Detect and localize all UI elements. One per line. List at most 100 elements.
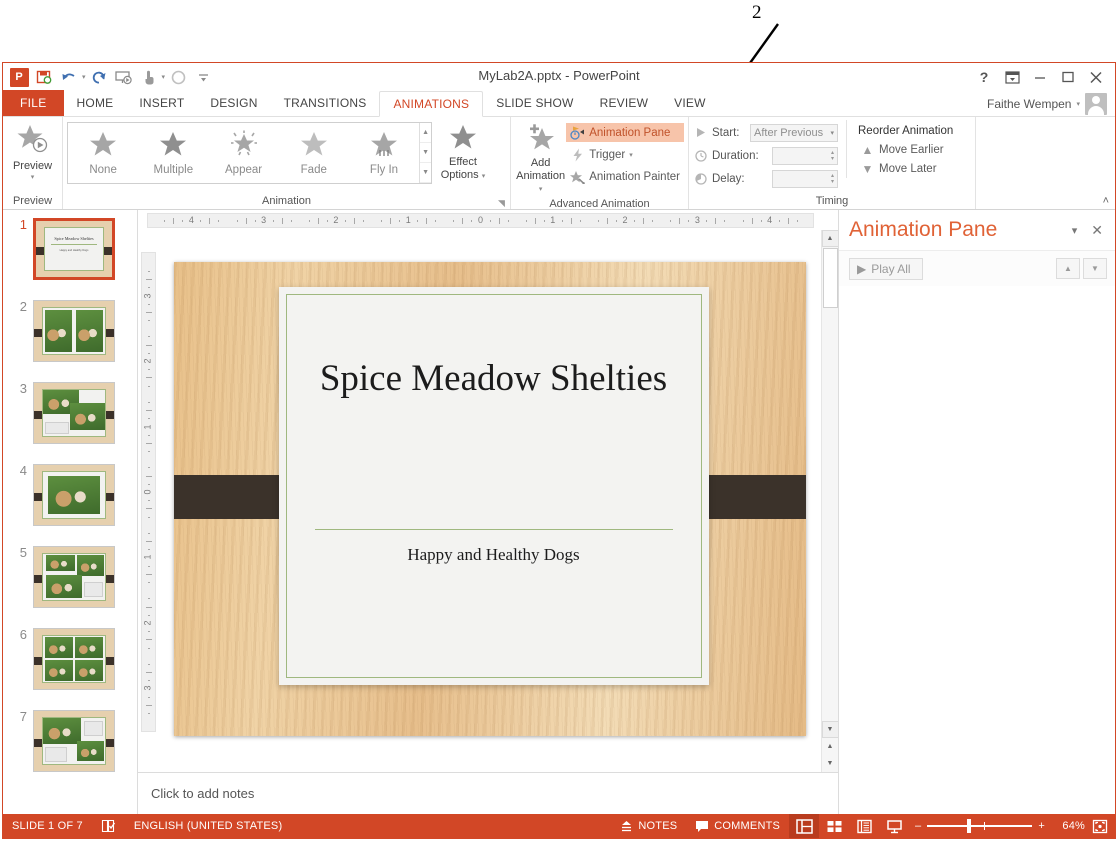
ruler-v-label: 1	[142, 554, 153, 560]
comments-button[interactable]: COMMENTS	[686, 814, 789, 838]
add-animation-button[interactable]: Add Animation ▾	[515, 120, 566, 196]
triangle-up-icon: ▲	[861, 142, 874, 157]
spell-check-button[interactable]	[92, 814, 125, 838]
previous-slide-button[interactable]: ▲	[822, 738, 839, 755]
tab-animations[interactable]: ANIMATIONS	[379, 91, 484, 117]
tab-view[interactable]: VIEW	[661, 90, 718, 116]
duration-input[interactable]: ▴ ▾	[772, 146, 838, 165]
normal-view-button[interactable]	[789, 814, 820, 838]
zoom-slider[interactable]: – +	[909, 819, 1051, 833]
ruler-h-tick	[308, 219, 310, 222]
gallery-scroll-down-button[interactable]: ▼	[420, 143, 431, 163]
play-all-button[interactable]: ▶ Play All	[849, 257, 923, 280]
tab-home[interactable]: HOME	[64, 90, 127, 116]
animation-pane-button[interactable]: Animation Pane	[566, 123, 684, 142]
slide-show-button[interactable]	[879, 814, 909, 838]
animation-fly-in[interactable]: Fly In	[349, 123, 419, 183]
slide-thumbnail-7[interactable]: 7	[11, 710, 115, 772]
scroll-down-button[interactable]: ▼	[821, 721, 839, 738]
horizontal-ruler[interactable]: 4 3 2 1 0 1 2 3 4	[138, 210, 838, 230]
tab-transitions[interactable]: TRANSITIONS	[271, 90, 380, 116]
fit-slide-icon[interactable]	[1085, 814, 1115, 838]
next-slide-button[interactable]: ▼	[822, 755, 839, 772]
animation-dialog-launcher-icon[interactable]: ◥	[497, 199, 506, 208]
trigger-dropdown-caret[interactable]: ▾	[629, 151, 633, 159]
slide-thumbnail-4[interactable]: 4	[11, 464, 115, 526]
tab-review[interactable]: REVIEW	[587, 90, 662, 116]
reading-view-button[interactable]	[849, 814, 879, 838]
user-dropdown-caret[interactable]: ▾	[1076, 100, 1080, 108]
user-account[interactable]: Faithe Wempen ▾	[987, 93, 1107, 115]
tab-slide-show[interactable]: SLIDE SHOW	[483, 90, 586, 116]
notes-pane[interactable]: Click to add notes	[138, 772, 838, 814]
avatar[interactable]	[1085, 93, 1107, 115]
animation-none[interactable]: None	[68, 123, 138, 183]
animation-none-label: None	[89, 163, 117, 176]
scrollbar-thumb[interactable]	[822, 248, 838, 308]
zoom-out-button[interactable]: –	[915, 820, 921, 832]
chevron-down-icon[interactable]: ▾	[830, 129, 834, 137]
zoom-in-button[interactable]: +	[1038, 820, 1045, 832]
slide-indicator[interactable]: SLIDE 1 OF 7	[3, 814, 92, 838]
move-down-button[interactable]: ▼	[1083, 258, 1107, 279]
delay-spinner[interactable]: ▴ ▾	[831, 173, 834, 185]
ruler-v-tick	[147, 500, 150, 502]
effect-options-button[interactable]: Effect Options ▾	[432, 120, 494, 183]
minimize-button[interactable]	[1027, 66, 1053, 88]
slide-thumbnail-2[interactable]: 2	[11, 300, 115, 362]
ruler-h-tick	[534, 217, 536, 224]
delay-input[interactable]: ▴ ▾	[772, 169, 838, 188]
slide-canvas[interactable]: Spice Meadow Shelties Happy and Healthy …	[173, 262, 806, 736]
slide-thumbnail-3[interactable]: 3	[11, 382, 115, 444]
gallery-scroll-up-button[interactable]: ▲	[420, 123, 431, 143]
slide-thumbnail-1[interactable]: 1 Spice Meadow Shelties Happy and Health…	[11, 218, 115, 280]
preview-button[interactable]: Preview ▾	[7, 120, 58, 181]
scroll-up-button[interactable]: ▲	[821, 230, 839, 247]
ruler-v-tick	[145, 508, 152, 510]
language-indicator[interactable]: ENGLISH (UNITED STATES)	[125, 814, 291, 838]
animation-fade[interactable]: Fade	[279, 123, 349, 183]
vertical-ruler[interactable]: 3 2 1 0 1 2 3	[138, 230, 158, 772]
slide-vertical-scrollbar[interactable]: ▲ ▼ ▲ ▼	[821, 230, 839, 772]
lightning-icon	[570, 148, 585, 162]
star-icon	[89, 131, 117, 162]
animation-multiple[interactable]: Multiple	[138, 123, 208, 183]
duration-spinner[interactable]: ▴ ▾	[831, 150, 834, 162]
zoom-track[interactable]	[927, 819, 1033, 833]
move-later-button[interactable]: ▼ Move Later	[856, 159, 953, 178]
maximize-button[interactable]	[1055, 66, 1081, 88]
notes-button[interactable]: NOTES	[611, 814, 686, 838]
tab-design[interactable]: DESIGN	[197, 90, 270, 116]
slide-sorter-view-button[interactable]	[819, 814, 849, 838]
ruler-h-tick	[679, 217, 681, 224]
slide-thumbnail-5[interactable]: 5	[11, 546, 115, 608]
slide-preview-5	[33, 546, 115, 608]
start-dropdown[interactable]: After Previous ▾	[750, 123, 838, 142]
trigger-button[interactable]: Trigger ▾	[566, 145, 684, 164]
close-button[interactable]	[1083, 66, 1109, 88]
collapse-ribbon-button[interactable]: ˄	[1103, 195, 1109, 207]
animation-painter-button[interactable]: Animation Painter	[566, 167, 684, 186]
help-button[interactable]: ?	[971, 66, 997, 88]
animation-pane-list[interactable]	[839, 286, 1115, 814]
slide-thumbnail-panel[interactable]: 1 Spice Meadow Shelties Happy and Health…	[3, 210, 138, 814]
zoom-handle[interactable]	[967, 819, 972, 833]
animation-gallery[interactable]: None Multiple Appear Fade Fly In ▲ ▼ ▼	[67, 122, 432, 184]
move-earlier-button[interactable]: ▲ Move Earlier	[856, 140, 953, 159]
ruler-h-tick	[209, 217, 211, 224]
close-icon[interactable]: ✕	[1087, 220, 1107, 241]
move-up-button[interactable]: ▲	[1056, 258, 1080, 279]
gallery-scrollbar[interactable]: ▲ ▼ ▼	[419, 123, 431, 183]
ribbon-display-options-button[interactable]	[999, 66, 1025, 88]
gallery-more-button[interactable]: ▼	[420, 163, 431, 183]
tab-file[interactable]: FILE	[3, 90, 64, 116]
chevron-down-icon[interactable]: ▾	[1068, 222, 1082, 239]
slide-title-placeholder[interactable]: Spice Meadow Shelties	[303, 355, 685, 404]
thumb-layout	[42, 717, 106, 765]
slide-subtitle-placeholder[interactable]: Happy and Healthy Dogs	[303, 545, 685, 565]
slide-thumbnail-6[interactable]: 6	[11, 628, 115, 690]
zoom-level-label[interactable]: 64%	[1051, 820, 1085, 832]
preview-dropdown-caret[interactable]: ▾	[31, 173, 35, 181]
animation-appear[interactable]: Appear	[208, 123, 278, 183]
tab-insert[interactable]: INSERT	[126, 90, 197, 116]
